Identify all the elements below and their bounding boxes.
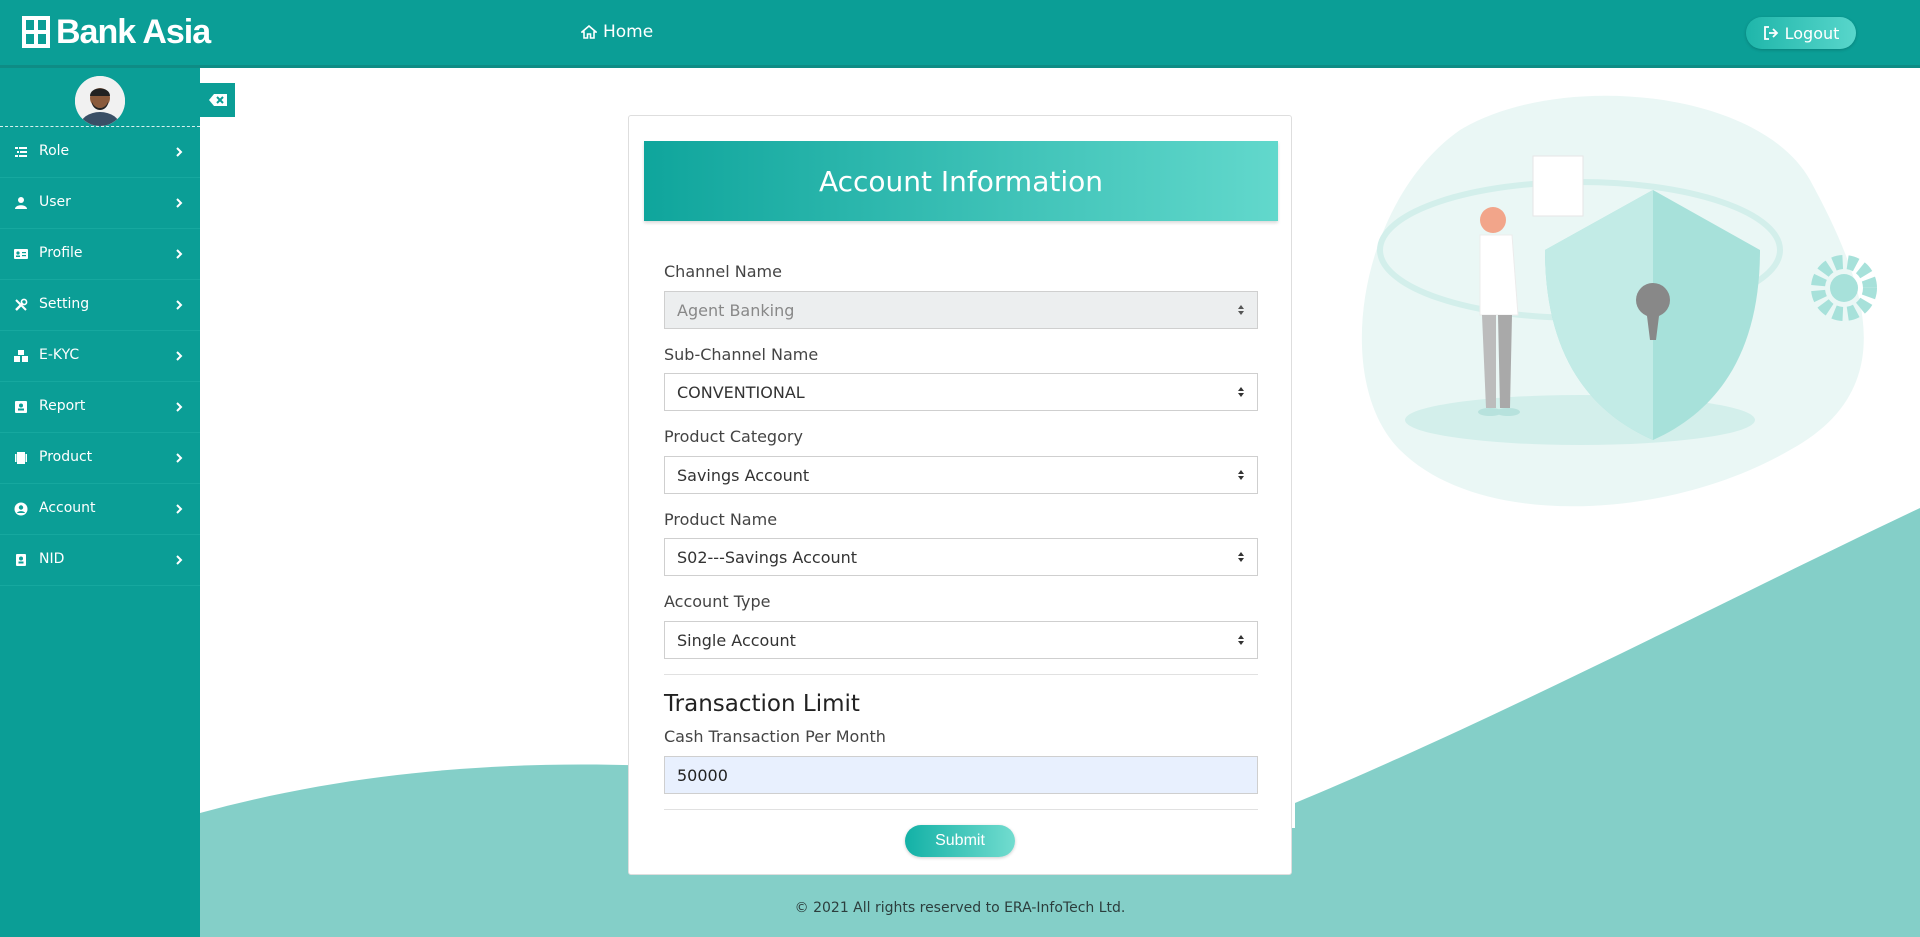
id-card-icon [14,249,28,259]
product-category-value: Savings Account [677,465,810,485]
chevron-right-icon [176,555,183,565]
home-label: Home [603,22,654,42]
cash-transaction-label: Cash Transaction Per Month [664,727,886,746]
user-icon [15,197,27,209]
tools-icon [15,298,28,311]
home-link[interactable]: Home [581,22,653,42]
sub-channel-name-value: CONVENTIONAL [677,382,805,402]
product-category-select[interactable]: Savings Account [664,456,1258,494]
sidebar-item-label: E-KYC [39,347,80,363]
submit-button[interactable]: Submit [905,825,1015,857]
channel-name-select[interactable]: Agent Banking [664,291,1258,329]
cubes-icon [14,350,28,362]
logout-button[interactable]: Logout [1746,17,1856,49]
sidebar: Role User Profile Setting E-KYC Report P… [0,68,200,937]
sidebar-item-label: Account [39,500,96,516]
chevron-right-icon [176,147,183,157]
chevron-right-icon [176,300,183,310]
sort-caret-icon [1238,305,1244,315]
logout-label: Logout [1784,23,1840,43]
sort-caret-icon [1238,552,1244,562]
product-category-label: Product Category [664,427,803,446]
security-illustration [1361,95,1877,507]
sidebar-item-label: NID [39,551,65,567]
product-name-select[interactable]: S02---Savings Account [664,538,1258,576]
sign-out-icon [1763,26,1778,40]
sidebar-item-account[interactable]: Account [0,484,200,535]
chevron-right-icon [176,453,183,463]
chevron-right-icon [176,351,183,361]
list-icon [15,147,27,157]
channel-name-label: Channel Name [664,262,782,281]
sidebar-item-label: Role [39,143,70,159]
sidebar-collapse-button[interactable] [200,83,235,117]
user-circle-icon [14,502,28,516]
sidebar-item-user[interactable]: User [0,178,200,229]
account-type-select[interactable]: Single Account [664,621,1258,659]
section-divider [664,674,1258,675]
avatar-image [75,76,125,126]
backspace-icon [208,94,227,106]
report-icon [15,401,27,413]
bank-logo[interactable]: Bank Asia [22,12,211,51]
avatar-section [0,68,200,127]
sidebar-item-report[interactable]: Report [0,382,200,433]
top-navbar: Bank Asia Home Logout [0,0,1920,68]
sidebar-item-setting[interactable]: Setting [0,280,200,331]
sidebar-item-nid[interactable]: NID [0,535,200,586]
sidebar-item-label: User [39,194,71,210]
brand-name: Bank Asia [56,12,211,51]
sidebar-item-role[interactable]: Role [0,127,200,178]
product-name-value: S02---Savings Account [677,547,858,567]
sort-caret-icon [1238,387,1244,397]
account-type-label: Account Type [664,592,771,611]
sidebar-item-product[interactable]: Product [0,433,200,484]
channel-name-value: Agent Banking [677,300,795,320]
chevron-right-icon [176,504,183,514]
sidebar-item-label: Product [39,449,93,465]
user-avatar[interactable] [75,76,125,126]
card-title: Account Information [644,141,1278,221]
product-name-label: Product Name [664,510,778,529]
chevron-right-icon [176,402,183,412]
sub-channel-name-label: Sub-Channel Name [664,345,819,364]
home-icon [581,25,597,39]
sort-caret-icon [1238,635,1244,645]
sidebar-item-label: Report [39,398,86,414]
sidebar-item-label: Setting [39,296,90,312]
bank-logo-icon [22,16,50,48]
transaction-limit-title: Transaction Limit [664,691,860,717]
sidebar-item-label: Profile [39,245,83,261]
sidebar-item-ekyc[interactable]: E-KYC [0,331,200,382]
id-badge-icon [16,554,26,566]
product-icon [15,452,27,464]
sort-caret-icon [1238,470,1244,480]
chevron-right-icon [176,249,183,259]
account-type-value: Single Account [677,630,796,650]
chevron-right-icon [176,198,183,208]
cash-transaction-input[interactable] [664,756,1258,794]
sub-channel-name-select[interactable]: CONVENTIONAL [664,373,1258,411]
form-bottom-divider [664,809,1258,810]
account-information-card: Account Information Channel Name Agent B… [628,115,1292,875]
footer-copyright: © 2021 All rights reserved to ERA-InfoTe… [794,900,1126,916]
sidebar-item-profile[interactable]: Profile [0,229,200,280]
